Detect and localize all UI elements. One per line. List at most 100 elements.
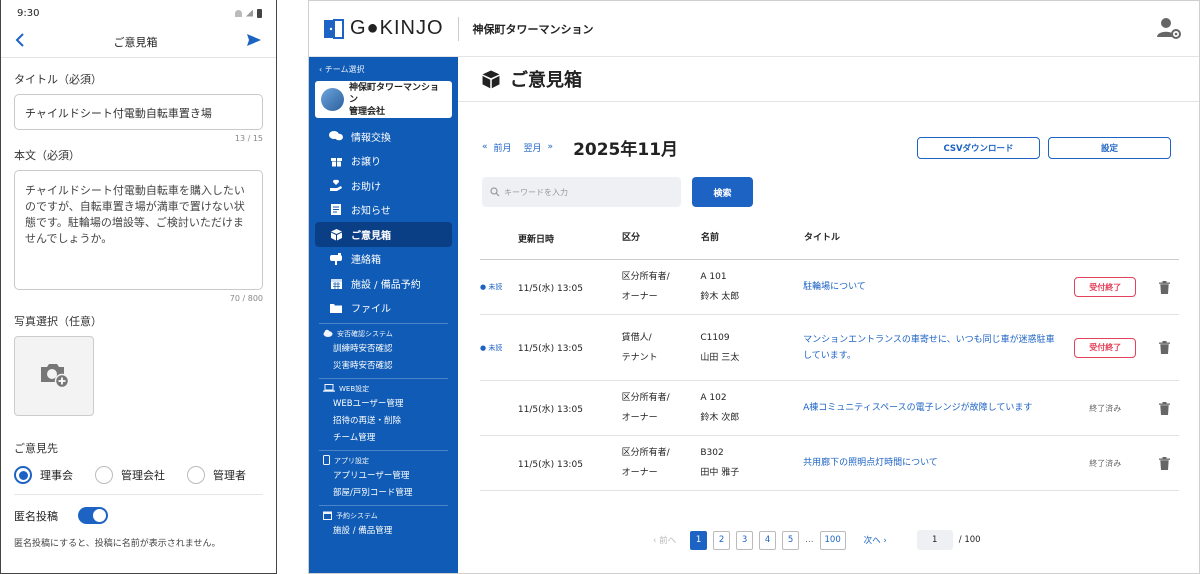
search-input[interactable]: キーワードを入力 — [482, 177, 681, 207]
trash-icon[interactable] — [1149, 341, 1179, 354]
header-title: タイトル — [804, 233, 841, 243]
sidebar-item-notice[interactable]: お知らせ — [315, 198, 452, 223]
pager-next-button[interactable]: 次へ › — [864, 534, 887, 546]
search-button[interactable]: 検索 — [692, 177, 753, 207]
search-placeholder: キーワードを入力 — [504, 187, 568, 197]
sidebar-item-reservations[interactable]: 施設 / 備品予約 — [315, 271, 452, 296]
pager-next-label: 次へ — [863, 536, 881, 546]
sidebar-divider — [319, 378, 448, 379]
phone-icon — [323, 455, 330, 467]
radio-label: 理事会 — [40, 469, 73, 482]
header-kind: 区分 — [622, 233, 641, 243]
sidebar-item-app-users[interactable]: アプリユーザー管理 — [315, 468, 452, 485]
row-title-link[interactable]: 駐輪場について — [803, 279, 1061, 295]
team-select-link[interactable]: ‹ チーム選択 — [315, 57, 452, 81]
back-chevron-icon[interactable] — [15, 32, 25, 51]
title-input[interactable]: チャイルドシート付電動自転車置き場 — [14, 94, 263, 130]
row-title-link[interactable]: 共用廊下の照明点灯時間について — [803, 455, 1061, 471]
sidebar-item-invitations[interactable]: 招待の再送・削除 — [315, 413, 452, 430]
row-room: B302 — [700, 448, 724, 458]
page-button[interactable]: 100 — [819, 530, 846, 550]
gokinjo-logo[interactable]: G●KINJO — [323, 17, 444, 40]
helping-hand-icon — [329, 179, 343, 192]
prev-month-button[interactable]: « 前月 — [482, 141, 512, 154]
radio-manager[interactable]: 管理者 — [187, 466, 246, 484]
page-jump-input[interactable]: 1 — [916, 530, 953, 550]
row-kind-line2: テナント — [621, 352, 658, 363]
trash-icon[interactable] — [1149, 401, 1179, 415]
row-kind-line2: オーナー — [621, 292, 658, 302]
row-person: 山田 三太 — [700, 352, 740, 363]
search-row: キーワードを入力 検索 — [458, 172, 1199, 212]
page-title: ご意見箱 — [458, 57, 1199, 102]
photo-picker-button[interactable] — [14, 336, 94, 416]
sidebar-item-suggestion-box[interactable]: ご意見箱 — [315, 222, 452, 247]
next-month-button[interactable]: 翌月 » — [524, 141, 554, 154]
org-card[interactable]: 神保町タワーマンション 管理会社 — [315, 81, 452, 118]
row-title-link[interactable]: マンションエントランスの車寄せに、いつも同じ車が迷惑駐車しています。 — [803, 332, 1061, 364]
page-button[interactable]: 1 — [690, 530, 708, 550]
csv-download-button[interactable]: CSVダウンロード — [917, 137, 1040, 159]
box-icon — [329, 228, 343, 241]
calendar-small-icon — [323, 511, 332, 522]
sidebar: ‹ チーム選択 神保町タワーマンション 管理会社 情報交換 お譲り お助け お知… — [309, 57, 458, 573]
calendar-icon — [329, 277, 343, 290]
row-person: 田中 雅子 — [700, 468, 740, 478]
sidebar-item-giveaway[interactable]: お譲り — [315, 149, 452, 174]
page-title-text: ご意見箱 — [510, 70, 582, 91]
wifi-icon — [235, 9, 242, 17]
status-badge[interactable]: 受付終了 — [1074, 277, 1137, 297]
status-badge[interactable]: 受付終了 — [1074, 337, 1137, 358]
page-button[interactable]: 2 — [713, 530, 731, 550]
row-name: B302 田中 雅子 — [700, 443, 803, 483]
section-head-label: 安否確認システム — [337, 330, 393, 338]
sidebar-item-disaster-safety[interactable]: 災害時安否確認 — [315, 358, 452, 375]
sidebar-item-contact-box[interactable]: 連絡箱 — [315, 247, 452, 272]
row-kind: 区分所有者/オーナー — [622, 388, 701, 428]
send-icon[interactable] — [246, 32, 262, 51]
trash-icon[interactable] — [1149, 456, 1179, 470]
sidebar-item-help[interactable]: お助け — [315, 173, 452, 198]
table-row[interactable]: 11/5(水) 13:05 区分所有者/オーナー B302 田中 雅子 共用廊下の… — [480, 436, 1179, 491]
sidebar-item-label: 施設 / 備品予約 — [351, 279, 421, 291]
page-button[interactable]: 5 — [782, 530, 800, 550]
sidebar-item-drill-safety[interactable]: 訓練時安否確認 — [315, 341, 452, 358]
settings-button[interactable]: 設定 — [1048, 137, 1171, 159]
sidebar-divider — [319, 323, 448, 324]
section-reservation: 予約システム — [315, 509, 452, 523]
trash-icon[interactable] — [1149, 280, 1179, 294]
status-time: 9:30 — [17, 7, 40, 19]
sidebar-item-web-users[interactable]: WEBユーザー管理 — [315, 396, 452, 413]
user-settings-icon[interactable] — [1157, 17, 1181, 43]
sidebar-item-room-codes[interactable]: 部屋/戸別コード管理 — [315, 485, 452, 502]
suggestion-table: 更新日時 区分 名前 タイトル ● 未読 11/5(水) 13:05 区分所有者… — [480, 217, 1179, 491]
row-title-link[interactable]: A棟コミュニティスペースの電子レンジが故障しています — [803, 400, 1061, 416]
mailbox-icon — [329, 252, 343, 266]
prev-month-label: 前月 — [493, 143, 512, 154]
table-row[interactable]: ● 未読 11/5(水) 13:05 区分所有者/オーナー A 101 鈴木 太郎… — [480, 260, 1179, 315]
radio-board[interactable]: 理事会 — [14, 466, 73, 484]
unread-badge: ● 未読 — [480, 343, 503, 352]
radio-management-company[interactable]: 管理会社 — [95, 466, 165, 484]
page-button[interactable]: 3 — [736, 530, 754, 550]
sidebar-item-info-exchange[interactable]: 情報交換 — [315, 124, 452, 149]
table-row[interactable]: 11/5(水) 13:05 区分所有者/オーナー A 102 鈴木 次郎 A棟コミ… — [480, 381, 1179, 436]
row-name: A 101 鈴木 太郎 — [700, 267, 803, 307]
row-kind-line1: 区分所有者/ — [621, 393, 670, 403]
table-row[interactable]: ● 未読 11/5(水) 13:05 賃借人/テナント C1109 山田 三太 マ… — [480, 315, 1179, 381]
sidebar-item-team-management[interactable]: チーム管理 — [315, 430, 452, 447]
anonymous-toggle[interactable] — [78, 507, 108, 524]
row-kind: 区分所有者/オーナー — [622, 443, 701, 483]
search-icon — [490, 187, 500, 197]
radio-indicator — [187, 466, 205, 484]
add-photo-camera-icon — [38, 360, 70, 392]
page-button[interactable]: 4 — [759, 530, 777, 550]
body-textarea[interactable]: チャイルドシート付電動自転車を購入したいのですが、自転車置き場が満車で置けない状… — [14, 170, 263, 290]
pager-prev-button[interactable]: ‹ 前へ — [653, 534, 676, 546]
logo-text: G●KINJO — [350, 17, 444, 39]
status-badge: 終了済み — [1089, 403, 1122, 413]
anonymous-label: 匿名投稿 — [14, 509, 58, 523]
sidebar-item-files[interactable]: ファイル — [315, 296, 452, 321]
sidebar-item-facility-management[interactable]: 施設 / 備品管理 — [315, 523, 452, 540]
next-month-label: 翌月 — [523, 143, 542, 154]
